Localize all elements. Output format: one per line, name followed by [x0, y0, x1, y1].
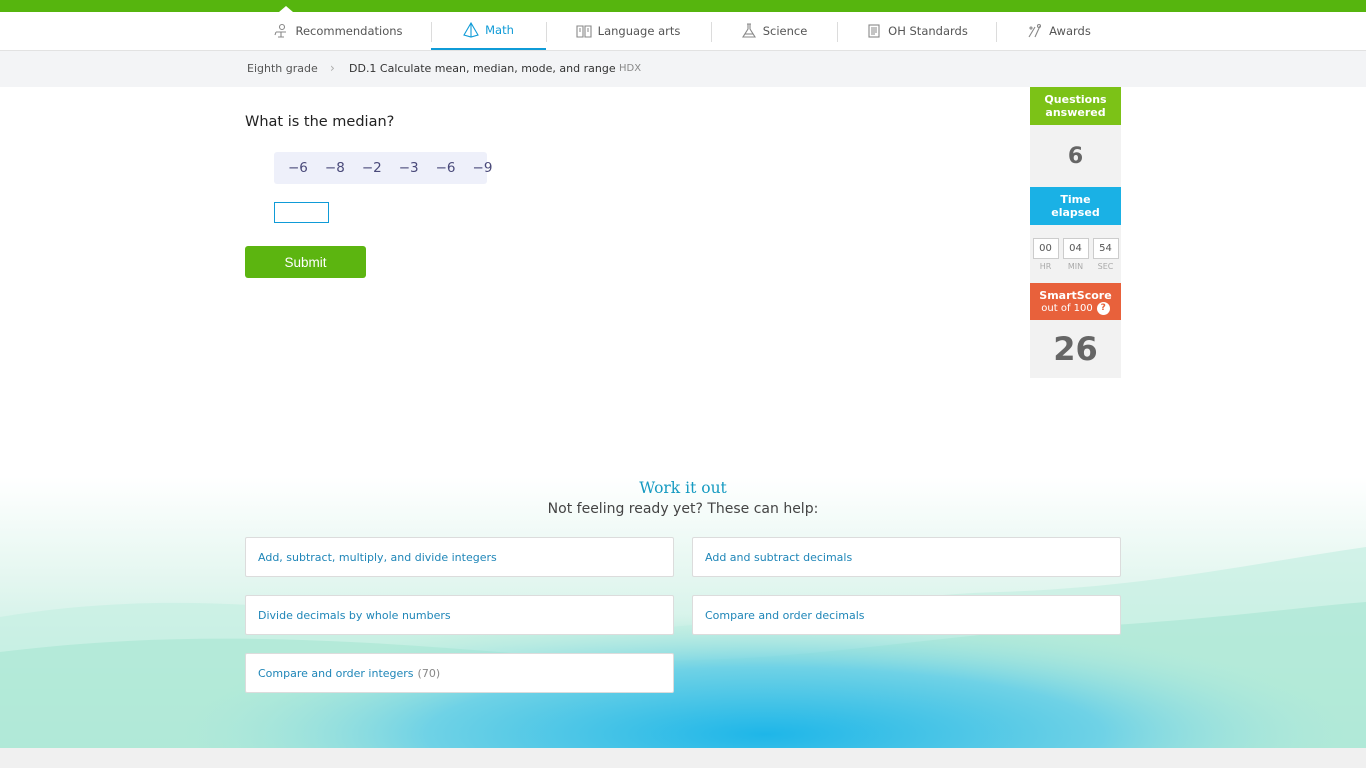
help-link-add-subtract-decimals[interactable]: Add and subtract decimals — [692, 537, 1121, 577]
breadcrumb-skill: DD.1 Calculate mean, median, mode, and r… — [349, 62, 616, 75]
breadcrumb-grade[interactable]: Eighth grade — [247, 62, 318, 75]
help-link-label: Compare and order integers — [258, 666, 414, 680]
stats-panel: Questions answered 6 Time elapsed 00 04 … — [1030, 87, 1121, 378]
subject-nav: Recommendations Math Language arts Scien… — [0, 12, 1366, 51]
help-section-background — [0, 477, 1366, 748]
questions-answered-value: 6 — [1030, 125, 1121, 187]
standards-icon — [868, 24, 880, 38]
flask-icon — [741, 23, 756, 38]
nav-tab-label: Math — [485, 23, 514, 37]
seconds-label: SEC — [1097, 261, 1114, 271]
time-hours: 00 — [1032, 237, 1059, 259]
number-item: −9 — [472, 160, 493, 176]
help-link-count: (70) — [417, 666, 441, 680]
help-link-label: Divide decimals by whole numbers — [258, 608, 451, 622]
time-elapsed-label: elapsed — [1051, 206, 1100, 219]
number-set: −6 −8 −2 −3 −6 −9 — [274, 152, 492, 184]
recommendations-icon — [274, 23, 287, 38]
number-item: −3 — [398, 160, 419, 176]
nav-divider — [996, 22, 997, 42]
time-elapsed-display: 00 04 54 HR MIN SEC — [1030, 225, 1121, 283]
nav-tab-awards[interactable]: Awards — [1022, 12, 1096, 50]
help-link-compare-integers[interactable]: Compare and order integers (70) — [245, 653, 674, 693]
nav-tab-math[interactable]: Math — [431, 12, 546, 50]
book-icon — [576, 25, 592, 38]
help-link-label: Compare and order decimals — [705, 608, 865, 622]
skill-code: HDX — [619, 63, 642, 74]
time-seconds: 54 — [1092, 237, 1119, 259]
awards-icon — [1028, 23, 1042, 38]
questions-answered-label: answered — [1045, 106, 1106, 119]
smartscore-sublabel: out of 100 — [1041, 302, 1093, 314]
hours-label: HR — [1039, 261, 1052, 271]
help-title: Work it out — [639, 479, 727, 497]
nav-tab-label: Recommendations — [295, 24, 403, 38]
answer-input[interactable] — [274, 202, 329, 223]
number-item: −8 — [324, 160, 345, 176]
math-pyramid-icon — [463, 22, 479, 38]
breadcrumb-separator: › — [330, 61, 335, 75]
nav-tab-label: OH Standards — [888, 24, 968, 38]
help-link-divide-decimals[interactable]: Divide decimals by whole numbers — [245, 595, 674, 635]
page-footer — [0, 748, 1366, 768]
time-minutes: 04 — [1062, 237, 1089, 259]
nav-tab-label: Language arts — [597, 24, 681, 38]
nav-divider — [837, 22, 838, 42]
questions-answered-label: Questions — [1044, 93, 1107, 106]
help-link-integers-operations[interactable]: Add, subtract, multiply, and divide inte… — [245, 537, 674, 577]
help-link-compare-decimals[interactable]: Compare and order decimals — [692, 595, 1121, 635]
help-question-icon[interactable]: ? — [1096, 301, 1110, 315]
nav-divider — [546, 22, 547, 42]
help-link-label: Add, subtract, multiply, and divide inte… — [258, 550, 497, 564]
question-prompt: What is the median? — [245, 114, 395, 130]
top-brand-bar — [0, 0, 1366, 12]
nav-tab-recommendations[interactable]: Recommendations — [270, 12, 406, 50]
nav-tab-oh-standards[interactable]: OH Standards — [862, 12, 972, 50]
number-item: −6 — [288, 160, 308, 176]
minutes-label: MIN — [1067, 261, 1084, 271]
smartscore-value: 26 — [1030, 320, 1121, 378]
nav-tab-language-arts[interactable]: Language arts — [570, 12, 686, 50]
number-item: −2 — [361, 160, 382, 176]
questions-answered-header: Questions answered — [1030, 87, 1121, 125]
number-item: −6 — [435, 160, 456, 176]
breadcrumb: Eighth grade › DD.1 Calculate mean, medi… — [0, 51, 1366, 87]
help-subtitle: Not feeling ready yet? These can help: — [547, 501, 819, 517]
help-link-label: Add and subtract decimals — [705, 550, 853, 564]
nav-tab-label: Awards — [1049, 24, 1091, 38]
nav-tab-label: Science — [762, 24, 808, 38]
nav-divider — [711, 22, 712, 42]
smartscore-label: SmartScore — [1039, 288, 1112, 302]
smartscore-header: SmartScore out of 100 ? — [1030, 283, 1121, 320]
submit-button[interactable]: Submit — [245, 246, 366, 278]
main-content: What is the median? −6 −8 −2 −3 −6 −9 Su… — [0, 87, 1366, 748]
time-elapsed-header: Time elapsed — [1030, 187, 1121, 225]
nav-tab-science[interactable]: Science — [736, 12, 812, 50]
time-elapsed-label: Time — [1060, 193, 1091, 206]
